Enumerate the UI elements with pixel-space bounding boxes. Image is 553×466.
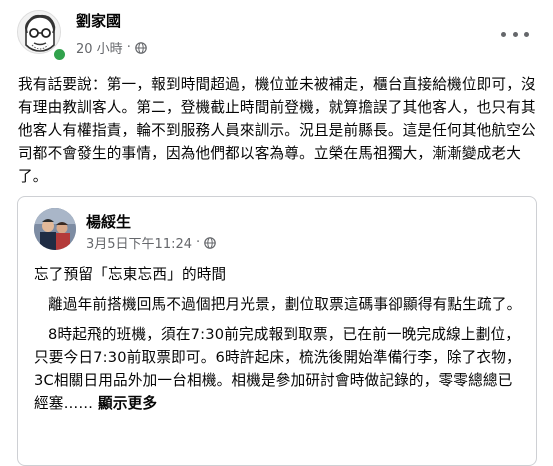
shared-body-text: 忘了預留「忘東忘西」的時間 離過年前搭機回馬不過個把月光景，劃位取票這碼事卻顯得…: [34, 263, 522, 422]
post-header: 劉家國 20 小時 ·: [0, 0, 553, 72]
shared-paragraph-title: 忘了預留「忘東忘西」的時間: [34, 266, 227, 283]
shared-post-card[interactable]: 楊綏生 3月5日下午11:24 · 忘了預留「忘東忘西」的時間 離過年前搭機回馬…: [17, 196, 537, 466]
meta-separator: ·: [126, 40, 131, 55]
shared-paragraph-truncated: 8時起飛的班機，須在7:30前完成報到取票，已在前一晚完成線上劃位，只要今日7:…: [34, 323, 522, 415]
shared-post-meta: 3月5日下午11:24 ·: [86, 233, 216, 252]
shared-author-name[interactable]: 楊綏生: [86, 211, 131, 232]
shared-meta-separator: ·: [196, 235, 201, 250]
post-author-name[interactable]: 劉家國: [76, 10, 121, 31]
globe-icon[interactable]: [204, 236, 216, 249]
shared-author-avatar[interactable]: [34, 208, 76, 250]
globe-icon[interactable]: [135, 41, 147, 54]
post-body-text: 我有話要說：第一，報到時間超過，機位並未被補走，櫃台直接給機位即可，沒有理由教訓…: [18, 76, 536, 185]
more-options-icon[interactable]: [501, 26, 529, 42]
online-status-icon: [52, 47, 67, 62]
post-timestamp[interactable]: 20 小時: [76, 38, 123, 57]
post-meta: 20 小時 ·: [76, 38, 147, 57]
shared-timestamp[interactable]: 3月5日下午11:24: [86, 233, 192, 252]
shared-paragraph: 離過年前搭機回馬不過個把月光景，劃位取票這碼事卻顯得有點生疏了。: [48, 296, 522, 313]
see-more-link[interactable]: 顯示更多: [98, 395, 157, 412]
